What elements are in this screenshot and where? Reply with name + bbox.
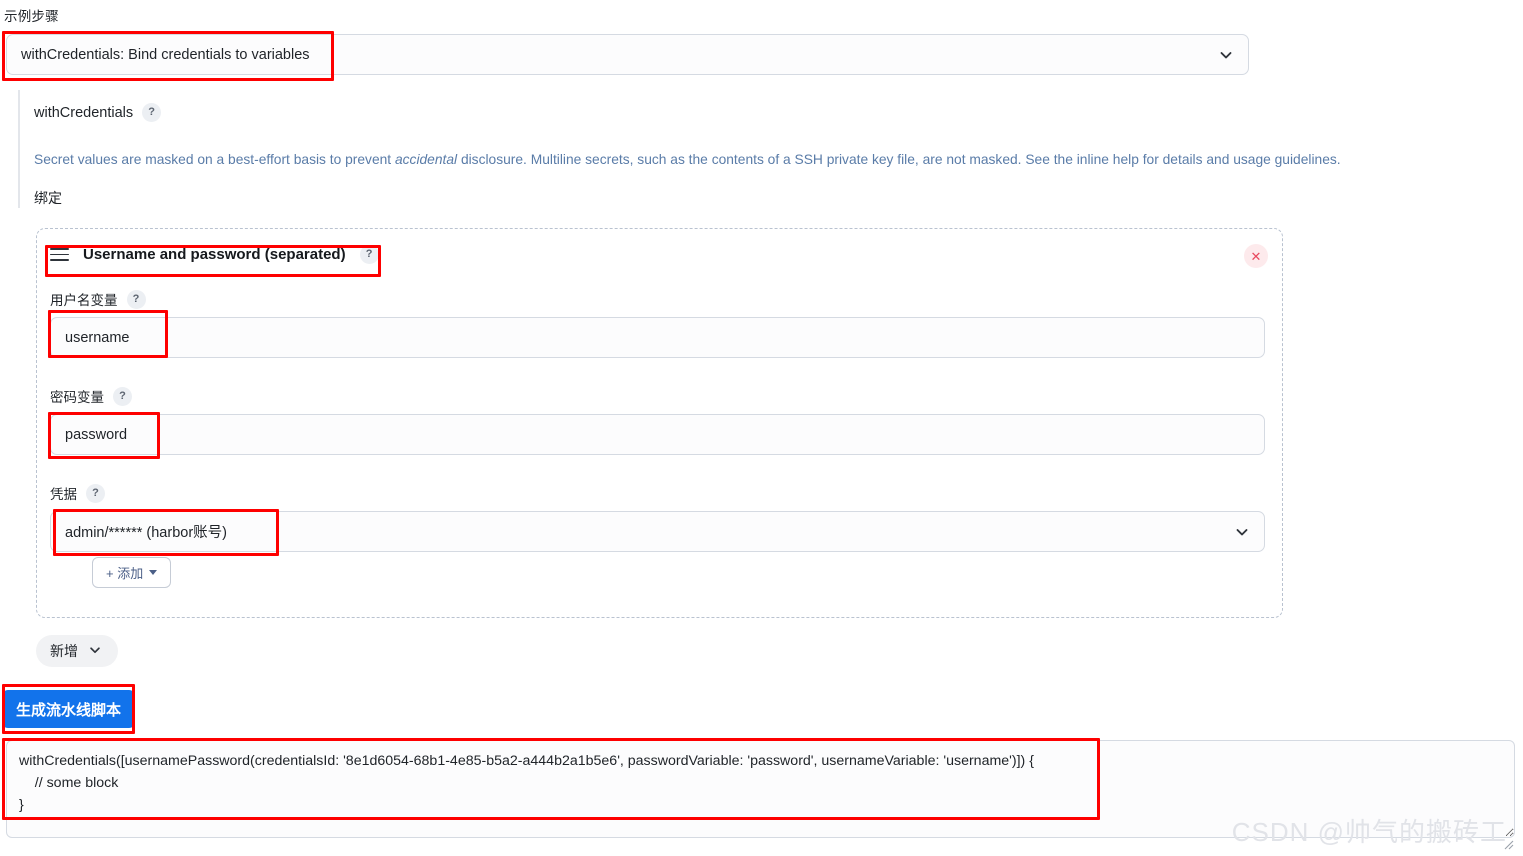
sample-step-select[interactable]: withCredentials: Bind credentials to var… <box>6 34 1249 75</box>
add-binding-button[interactable]: + 添加 <box>92 557 172 588</box>
chevron-down-icon <box>1218 47 1234 63</box>
step-body-block: withCredentials ? Secret values are mask… <box>18 90 1508 208</box>
generate-pipeline-script-button[interactable]: 生成流水线脚本 <box>2 690 136 728</box>
hamburger-drag-icon[interactable] <box>50 248 69 261</box>
binding-label: 绑定 <box>34 189 62 206</box>
pipeline-syntax-generator-page: 示例步骤 withCredentials: Bind credentials t… <box>0 0 1523 856</box>
sample-step-select-value: withCredentials: Bind credentials to var… <box>21 46 310 63</box>
credentials-label-row: 凭据 ? <box>50 483 1265 503</box>
help-icon[interactable]: ? <box>113 386 132 406</box>
username-variable-label-row: 用户名变量 ? <box>50 289 1265 309</box>
password-variable-input[interactable] <box>50 414 1265 455</box>
chevron-down-icon <box>1234 524 1250 540</box>
add-new-binding-button[interactable]: 新增 <box>36 635 118 667</box>
help-icon[interactable]: ? <box>86 483 105 503</box>
password-variable-label-row: 密码变量 ? <box>50 386 1265 406</box>
password-variable-label: 密码变量 <box>50 390 104 405</box>
credentials-select[interactable]: admin/****** (harbor账号) <box>50 511 1265 552</box>
add-binding-label: + 添加 <box>106 566 144 581</box>
description-part-2: disclosure. Multiline secrets, such as t… <box>457 152 1341 167</box>
section-description: Secret values are masked on a best-effor… <box>34 151 1508 170</box>
add-new-binding-label: 新增 <box>50 643 78 659</box>
credentials-label: 凭据 <box>50 487 77 502</box>
with-credentials-title-row: withCredentials ? <box>34 103 1508 122</box>
description-emphasis: accidental <box>394 152 458 167</box>
credentials-select-value: admin/****** (harbor账号) <box>65 525 227 541</box>
username-variable-input[interactable] <box>50 317 1265 358</box>
page-title: withCredentials <box>34 104 134 121</box>
chevron-down-icon <box>88 643 104 659</box>
close-icon[interactable]: ✕ <box>1244 244 1268 268</box>
help-icon[interactable]: ? <box>359 245 379 264</box>
credentials-field: 凭据 ? admin/****** (harbor账号) <box>50 483 1265 552</box>
csdn-watermark: CSDN @帅气的搬砖工 <box>1231 817 1507 847</box>
help-icon[interactable]: ? <box>126 289 146 309</box>
caret-down-icon <box>149 570 158 575</box>
sample-step-label: 示例步骤 <box>4 9 59 24</box>
description-part-1: Secret values are masked on a best-effor… <box>34 152 395 167</box>
credential-binding-panel: Username and password (separated) ? ✕ 用户… <box>36 228 1283 618</box>
username-variable-label: 用户名变量 <box>50 293 118 308</box>
credential-type-title: Username and password (separated) <box>83 246 346 263</box>
credential-header: Username and password (separated) ? <box>50 245 379 264</box>
help-icon[interactable]: ? <box>142 103 162 122</box>
password-variable-field: 密码变量 ? <box>50 386 1265 455</box>
username-variable-field: 用户名变量 ? <box>50 289 1265 358</box>
